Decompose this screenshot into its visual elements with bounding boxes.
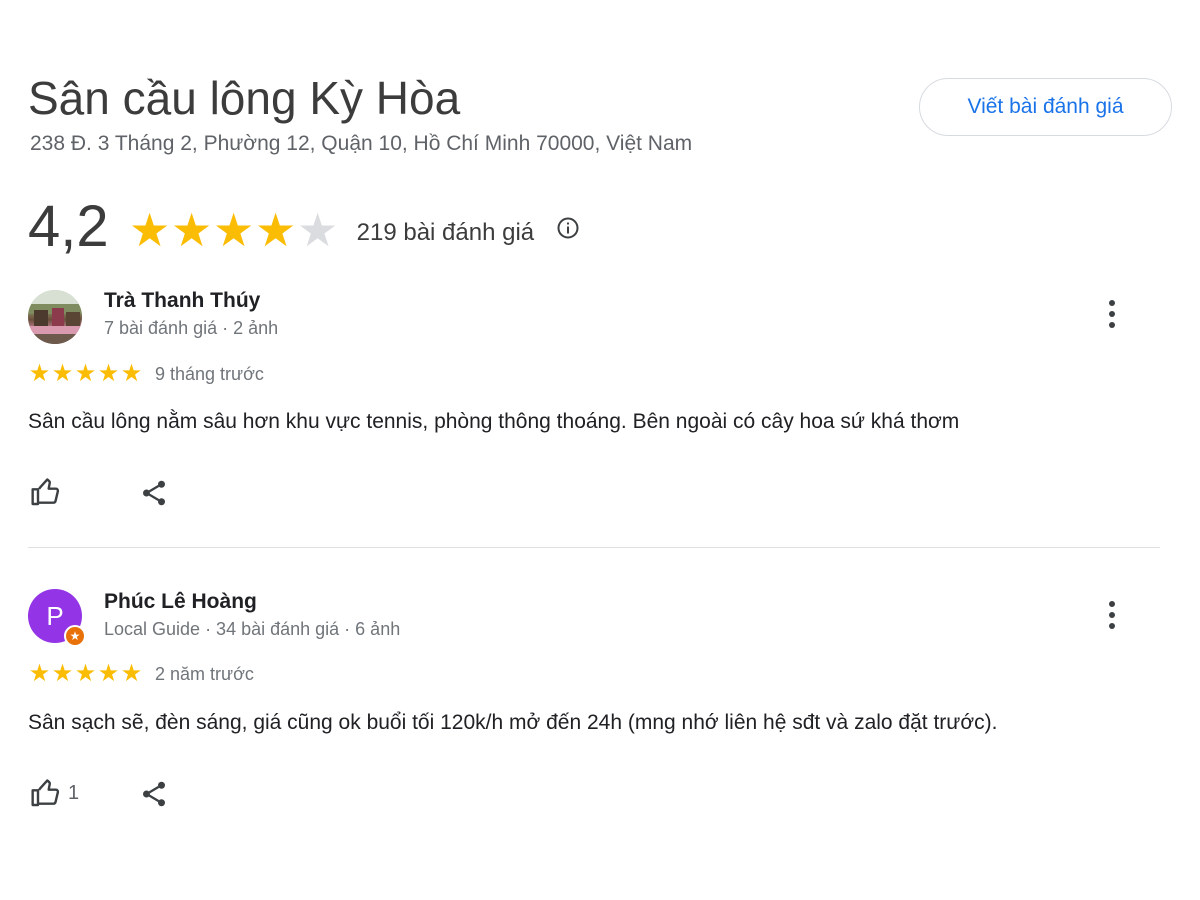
rating-value: 4,2 (28, 194, 109, 259)
reviews-page: Sân cầu lông Kỳ Hòa 238 Đ. 3 Tháng 2, Ph… (0, 0, 1200, 900)
rating-stars: ★ ★ ★ ★ ★ (129, 207, 339, 253)
like-button[interactable]: 1 (30, 777, 79, 809)
star-icon: ★ (120, 660, 143, 687)
review-text: Sân sạch sẽ, đèn sáng, giá cũng ok buổi … (28, 711, 998, 734)
thumb-up-icon (31, 779, 60, 807)
avatar-photo-image (28, 290, 82, 344)
local-guide-badge-icon: ★ (64, 625, 86, 647)
write-review-button[interactable]: Viết bài đánh giá (919, 78, 1172, 136)
star-icon: ★ (171, 204, 213, 256)
star-icon: ★ (129, 204, 171, 256)
review-text: Sân cầu lông nằm sâu hơn khu vực tennis,… (28, 410, 960, 433)
star-icon: ★ (74, 360, 97, 387)
star-icon: ★ (51, 360, 74, 387)
reviewer-meta: 7 bài đánh giá · 2 ảnh (104, 318, 279, 338)
star-icon: ★ (255, 204, 297, 256)
like-count: 1 (68, 781, 80, 804)
more-vert-icon[interactable] (1098, 597, 1126, 633)
more-vert-icon[interactable] (1098, 296, 1126, 332)
reviewer-meta: Local Guide · 34 bài đánh giá · 6 ảnh (104, 619, 401, 639)
place-address: 238 Đ. 3 Tháng 2, Phường 12, Quận 10, Hồ… (30, 132, 693, 155)
star-icon: ★ (28, 660, 51, 687)
review-time: 9 tháng trước (155, 363, 264, 384)
avatar[interactable] (28, 290, 82, 344)
star-icon: ★ (97, 660, 120, 687)
review-stars: ★ ★ ★ ★ ★ 9 tháng trước (28, 362, 264, 386)
review-stars: ★ ★ ★ ★ ★ 2 năm trước (28, 662, 254, 686)
avatar[interactable]: P ★ (28, 589, 86, 647)
review-count[interactable]: 219 bài đánh giá (357, 219, 535, 247)
review-time: 2 năm trước (155, 663, 254, 684)
star-empty-icon: ★ (297, 204, 339, 256)
info-icon[interactable] (556, 216, 580, 240)
thumb-up-icon (31, 478, 60, 506)
star-icon: ★ (120, 360, 143, 387)
like-button[interactable] (30, 476, 68, 508)
star-icon: ★ (213, 204, 255, 256)
share-icon[interactable] (139, 477, 169, 509)
star-icon: ★ (97, 360, 120, 387)
star-icon: ★ (51, 660, 74, 687)
reviewer-name[interactable]: Phúc Lê Hoàng (104, 590, 257, 614)
place-title: Sân cầu lông Kỳ Hòa (28, 72, 461, 124)
reviewer-name[interactable]: Trà Thanh Thúy (104, 289, 260, 313)
star-icon: ★ (74, 660, 97, 687)
avatar-letter: P (46, 600, 64, 631)
share-icon[interactable] (139, 778, 169, 810)
review-divider (28, 547, 1160, 548)
star-icon: ★ (28, 360, 51, 387)
rating-summary: 4,2 ★ ★ ★ ★ ★ 219 bài đánh giá (28, 194, 580, 260)
